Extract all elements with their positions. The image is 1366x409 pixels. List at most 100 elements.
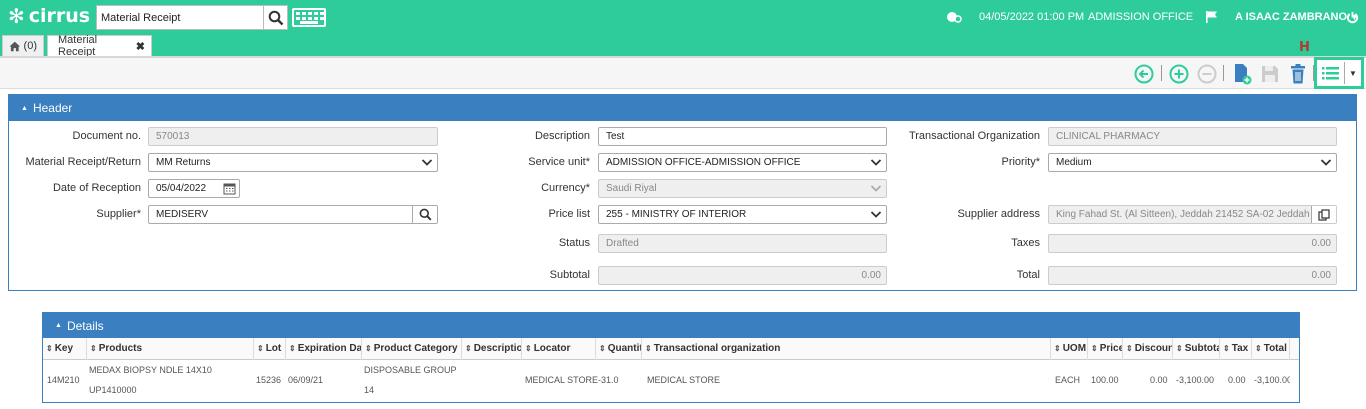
cell-expiration: 06/09/21	[288, 375, 324, 385]
cell-subtotal: -3,100.00	[1176, 375, 1215, 385]
app-logo[interactable]: ✻ cirrus	[8, 4, 90, 28]
toggle-icon[interactable]	[946, 0, 962, 34]
search-input[interactable]	[97, 6, 263, 29]
cell-product-code: UP1410000	[89, 385, 137, 395]
column-header-total[interactable]: ⇕ Total	[1252, 338, 1290, 360]
details-panel-title[interactable]: ▲ Details	[43, 313, 1299, 338]
cell-total: -3,100.00	[1254, 375, 1290, 385]
cell-category-code: 14	[364, 385, 375, 395]
document-no-field[interactable]: 570013	[148, 127, 438, 146]
copy-address-button[interactable]	[1311, 206, 1336, 223]
column-header-discount[interactable]: ⇕Discount	[1123, 338, 1173, 360]
cell-trans-org: MEDICAL STORE	[647, 375, 721, 385]
back-icon	[1134, 64, 1154, 84]
service-unit-label: Service unit*	[528, 156, 590, 168]
close-icon[interactable]: ✖	[136, 40, 145, 53]
calendar-icon[interactable]	[223, 182, 236, 195]
supplier-field[interactable]: MEDISERV	[148, 205, 438, 224]
description-field[interactable]: Test	[598, 127, 887, 146]
column-header-tax[interactable]: ⇕ Tax	[1220, 338, 1252, 360]
material-receipt-value: MM Returns	[156, 157, 211, 168]
delete-button[interactable]	[1287, 63, 1309, 85]
cell-price: 100.00	[1091, 375, 1119, 385]
column-header-uom[interactable]: ⇕ UOM	[1051, 338, 1088, 360]
remove-button[interactable]	[1196, 63, 1218, 85]
keyboard-icon[interactable]	[292, 8, 326, 27]
search-icon	[268, 10, 283, 25]
user-name: A ISAAC ZAMBRANO	[1235, 11, 1348, 23]
material-receipt-label: Material Receipt/Return	[25, 156, 141, 168]
column-header-expiration[interactable]: ⇕Expiration Date	[286, 338, 362, 360]
column-header-subtotal[interactable]: ⇕Subtotal	[1173, 338, 1220, 360]
save-button[interactable]	[1259, 63, 1281, 85]
sort-icon: ⇕	[46, 344, 53, 353]
column-header-category[interactable]: ⇕ Product Category	[362, 338, 462, 360]
list-icon	[1322, 67, 1339, 80]
header-panel-title[interactable]: ▲ Header	[9, 95, 1356, 121]
service-unit-select[interactable]: ADMISSION OFFICE-ADMISSION OFFICE	[598, 153, 887, 172]
save-icon	[1262, 66, 1278, 82]
subtotal-label: Subtotal	[549, 269, 590, 281]
tab-material-receipt[interactable]: Material Receipt ✖	[47, 34, 152, 58]
column-header-quantity[interactable]: ⇕Quantity	[596, 338, 642, 360]
sort-icon: ⇕	[365, 344, 372, 353]
search-box	[96, 5, 288, 30]
toolbar-divider	[1161, 65, 1162, 81]
sort-icon: ⇕	[257, 344, 264, 353]
details-title: Details	[66, 318, 104, 333]
description-label: Description	[534, 130, 590, 142]
column-header-trans-org[interactable]: ⇕ Transactional organization	[642, 338, 1051, 360]
currency-value: Saudi Riyal	[606, 183, 657, 194]
price-list-select[interactable]: 255 - MINISTRY OF INTERIOR	[598, 205, 887, 224]
chevron-down-icon	[870, 185, 882, 192]
list-options-dropdown[interactable]: ▼	[1344, 62, 1361, 84]
sort-icon: ⇕	[90, 344, 97, 353]
cell-discount: 0.00	[1150, 375, 1168, 385]
supplier-search-button[interactable]	[412, 206, 437, 223]
subtotal-field[interactable]: 0.00	[598, 266, 887, 285]
list-view-button[interactable]: ▼	[1314, 57, 1364, 89]
price-list-value: 255 - MINISTRY OF INTERIOR	[606, 209, 747, 220]
cell-tax: 0.00	[1228, 375, 1246, 385]
details-table-header: ⇕Key ⇕Products ⇕Lot ⇕Expiration Date ⇕Pr…	[43, 338, 1299, 360]
trans-org-field[interactable]: CLINICAL PHARMACY	[1048, 127, 1337, 146]
priority-select[interactable]: Medium	[1048, 153, 1337, 172]
new-document-button[interactable]	[1231, 63, 1253, 85]
power-icon[interactable]	[1346, 0, 1359, 34]
logo-text: cirrus	[28, 5, 91, 27]
status-field[interactable]: Drafted	[598, 234, 887, 253]
sort-icon: ⇕	[1054, 344, 1061, 353]
material-receipt-select[interactable]: MM Returns	[148, 153, 438, 172]
supplier-address-label: Supplier address	[957, 208, 1040, 220]
total-field[interactable]: 0.00	[1048, 266, 1337, 285]
taxes-field[interactable]: 0.00	[1048, 234, 1337, 253]
user-menu[interactable]: A ISAAC ZAMBRANO ▼	[1235, 0, 1359, 34]
sort-icon: ⇕	[1176, 344, 1183, 353]
tab-home[interactable]: (0)	[2, 35, 44, 56]
cell-category-name: DISPOSABLE GROUP	[364, 365, 457, 375]
add-icon	[1169, 64, 1189, 84]
back-button[interactable]	[1133, 63, 1155, 85]
toolbar-divider	[1223, 65, 1224, 81]
flag-icon[interactable]	[1205, 0, 1219, 34]
column-header-key[interactable]: ⇕ Key	[43, 338, 87, 360]
column-header-locator[interactable]: ⇕ Locator	[522, 338, 596, 360]
sort-icon: ⇕	[1223, 344, 1230, 353]
search-button[interactable]	[263, 6, 287, 29]
cell-uom: EACH	[1055, 375, 1081, 385]
date-reception-field[interactable]: 05/04/2022	[148, 179, 240, 198]
sort-icon: ⇕	[1255, 344, 1262, 353]
sort-icon: ⇕	[289, 344, 296, 353]
column-header-products[interactable]: ⇕ Products	[87, 338, 254, 360]
supplier-address-field[interactable]: King Fahad St. (Al Sitteen), Jeddah 2145…	[1048, 205, 1337, 224]
supplier-label: Supplier*	[96, 208, 141, 220]
column-header-lot[interactable]: ⇕ Lot	[254, 338, 286, 360]
currency-select[interactable]: Saudi Riyal	[598, 179, 887, 198]
datetime: 04/05/2022 01:00 PM	[979, 11, 1085, 23]
action-toolbar	[0, 56, 1366, 89]
column-header-description[interactable]: ⇕Description	[462, 338, 522, 360]
table-row[interactable]: 14M210 MEDAX BIOPSY NDLE 14X10 UP1410000…	[43, 360, 1299, 400]
office-name[interactable]: ADMISSION OFFICE	[1088, 0, 1193, 34]
column-header-price[interactable]: ⇕ Price	[1088, 338, 1123, 360]
add-button[interactable]	[1168, 63, 1190, 85]
